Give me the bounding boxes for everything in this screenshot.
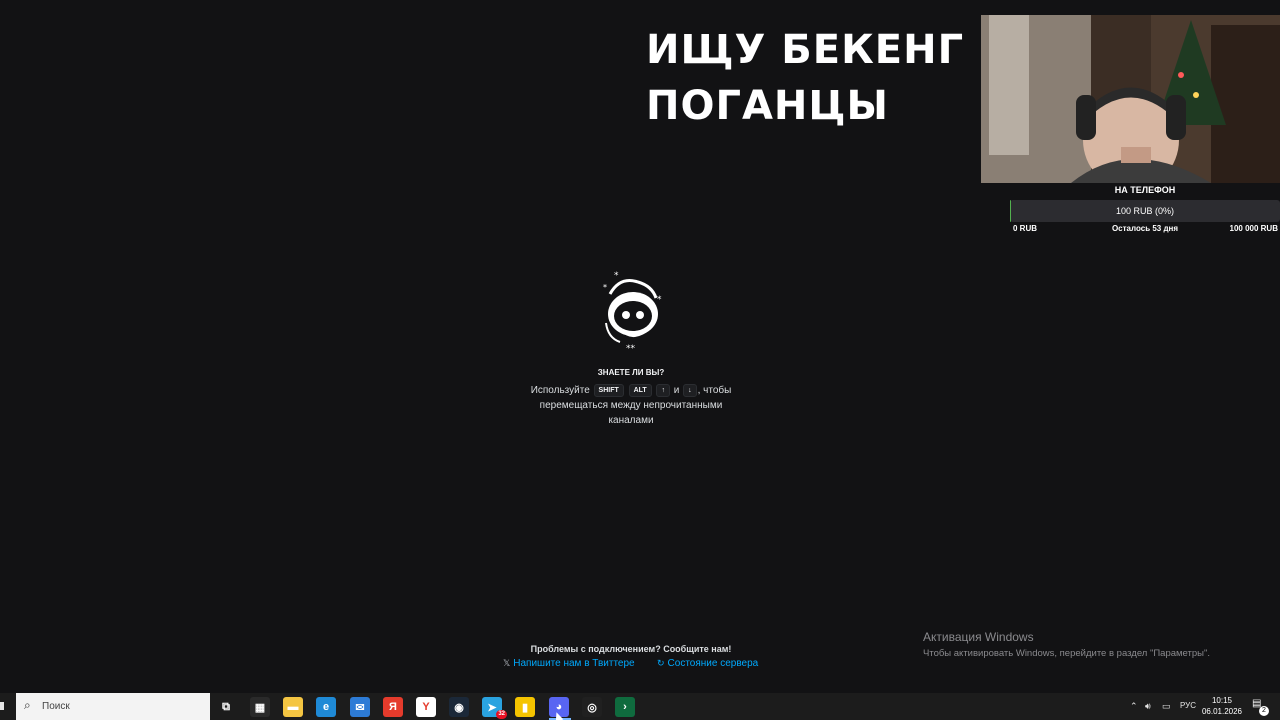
- svg-text:*: *: [603, 283, 607, 292]
- donation-goal-bar: 100 RUB (0%): [1010, 200, 1280, 222]
- webcam-feed: [981, 15, 1280, 183]
- donation-goal-max: 100 000 RUB: [1229, 224, 1278, 233]
- activation-subtitle: Чтобы активировать Windows, перейдите в …: [923, 648, 1210, 659]
- donation-goal-min: 0 RUB: [1013, 224, 1038, 233]
- tray-overflow-icon[interactable]: ⌃: [1130, 701, 1138, 712]
- windows-activation-watermark: Активация Windows Чтобы активировать Win…: [923, 630, 1210, 659]
- start-button[interactable]: [0, 693, 10, 720]
- windows-icon: [0, 702, 4, 710]
- activation-title: Активация Windows: [923, 630, 1034, 644]
- donation-goal-progress-text: 100 RUB (0%): [1115, 206, 1175, 216]
- help-links: 𝕏 Напишите нам в Твиттере ↻ Состояние серв…: [480, 658, 782, 672]
- media-app-icon[interactable]: ▮: [515, 697, 535, 717]
- svg-text:*: *: [657, 295, 662, 305]
- x-twitter-icon: 𝕏: [503, 658, 511, 668]
- connection-problem-text: Проблемы с подключением? Сообщите нам!: [530, 644, 732, 654]
- tip-prefix: Используйте: [530, 385, 590, 396]
- yandex-browser-icon[interactable]: Y: [416, 697, 436, 717]
- overlay-title-line-2: ПОГАНЦЫ: [646, 83, 889, 129]
- yandex-icon[interactable]: Я: [383, 697, 403, 717]
- language-indicator[interactable]: РУС: [1180, 701, 1196, 710]
- key-alt: ALT: [628, 384, 652, 397]
- overlay-title-line-1: ИЩУ БЕКЕНГ: [646, 27, 965, 73]
- telegram-unread-badge: 32: [496, 710, 507, 719]
- edge-icon[interactable]: e: [316, 697, 336, 717]
- terminal-app-icon[interactable]: ›: [615, 697, 635, 717]
- volume-icon[interactable]: 🔊︎: [1145, 701, 1151, 712]
- clock[interactable]: 10:15 06.01.2026: [1198, 695, 1246, 717]
- server-status-link[interactable]: ↻ Состояние сервера: [657, 658, 758, 669]
- file-explorer-icon[interactable]: ▬: [283, 697, 303, 717]
- key-shift: SHIFT: [593, 384, 624, 397]
- notification-badge: 2: [1259, 706, 1269, 716]
- stream-overlay-title: ИЩУ БЕКЕНГ ПОГАНЦЫ: [646, 22, 964, 134]
- mail-icon[interactable]: ✉: [350, 697, 370, 717]
- key-arrow-up: ↑: [656, 384, 670, 397]
- did-you-know-heading: Знаете ли вы?: [597, 368, 665, 377]
- svg-text:*: *: [614, 271, 619, 281]
- svg-text:**: **: [626, 344, 636, 354]
- donation-goal-footer: Осталось 53 дня 0 RUB 100 000 RUB: [1010, 224, 1280, 236]
- server-status-label: Состояние сервера: [667, 658, 759, 669]
- obs-icon[interactable]: ◎: [582, 697, 602, 717]
- clock-date: 06.01.2026: [1201, 707, 1243, 716]
- store-icon[interactable]: ▦: [250, 697, 270, 717]
- loading-tip: Используйте SHIFT ALT ↑ и ↓, чтобы перем…: [520, 383, 742, 428]
- telegram-icon[interactable]: ➤ 32: [482, 697, 507, 719]
- status-icon: ↻: [657, 658, 665, 668]
- donation-goal-title: НА ТЕЛЕФОН: [1114, 185, 1176, 195]
- steam-icon[interactable]: ◉: [449, 697, 469, 717]
- key-arrow-down: ↓: [683, 384, 697, 397]
- taskbar: ⌕ Поиск ⧉ ▦ ▬ e ✉ Я Y ◉ ➤ 32 ▮ ◕ ◎ › ⌃ 🔊︎ ▭ РУС 10:15…: [0, 693, 1280, 720]
- clock-time: 10:15: [1211, 696, 1233, 705]
- tip-and: и: [673, 385, 680, 396]
- network-icon[interactable]: ▭: [1162, 701, 1171, 712]
- discord-wumpus-winter-icon: * * * **: [600, 268, 668, 354]
- twitter-link[interactable]: 𝕏 Напишите нам в Твиттере: [503, 658, 635, 669]
- screen: ИЩУ БЕКЕНГ ПОГАНЦЫ НА ТЕЛЕФОН 100 RUB (0…: [0, 0, 1280, 720]
- notification-center-icon[interactable]: ▤ 2: [1252, 698, 1269, 716]
- search-placeholder: Поиск: [42, 701, 70, 712]
- task-view-icon[interactable]: ⧉: [216, 697, 236, 717]
- search-icon: ⌕: [24, 698, 31, 712]
- taskbar-search[interactable]: ⌕ Поиск: [16, 693, 210, 720]
- twitter-link-label: Напишите нам в Твиттере: [513, 658, 635, 669]
